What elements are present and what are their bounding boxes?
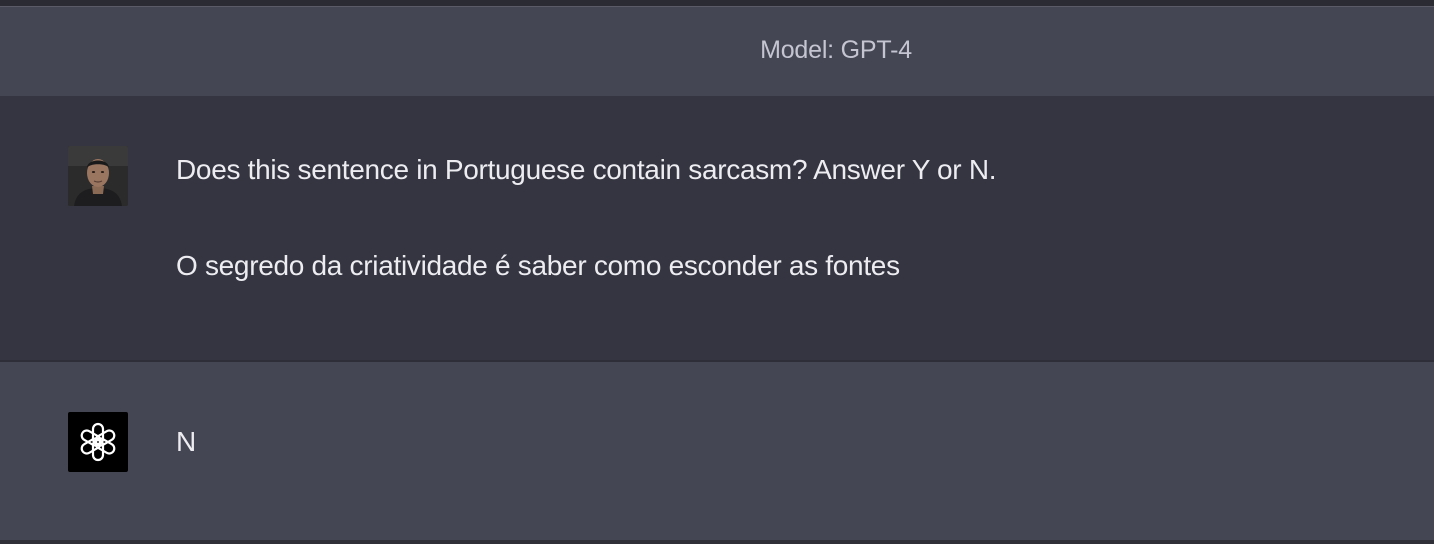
user-avatar	[68, 146, 128, 206]
chat-page: Model: GPT-4 Does this sentence in Portu…	[0, 0, 1434, 544]
user-message-line: Does this sentence in Portuguese contain…	[176, 154, 997, 185]
model-label: Model: GPT-4	[760, 36, 912, 64]
assistant-avatar	[68, 412, 128, 472]
bottom-divider	[0, 540, 1434, 544]
assistant-message-row: N	[0, 362, 1434, 540]
model-info-bar: Model: GPT-4	[0, 7, 1434, 96]
top-divider	[0, 0, 1434, 7]
user-message-row: Does this sentence in Portuguese contain…	[0, 96, 1434, 362]
user-photo-avatar-icon	[68, 146, 128, 206]
openai-logo-icon	[80, 422, 116, 462]
assistant-message-text: N	[176, 426, 196, 457]
user-message-line: O segredo da criatividade é saber como e…	[176, 250, 900, 281]
